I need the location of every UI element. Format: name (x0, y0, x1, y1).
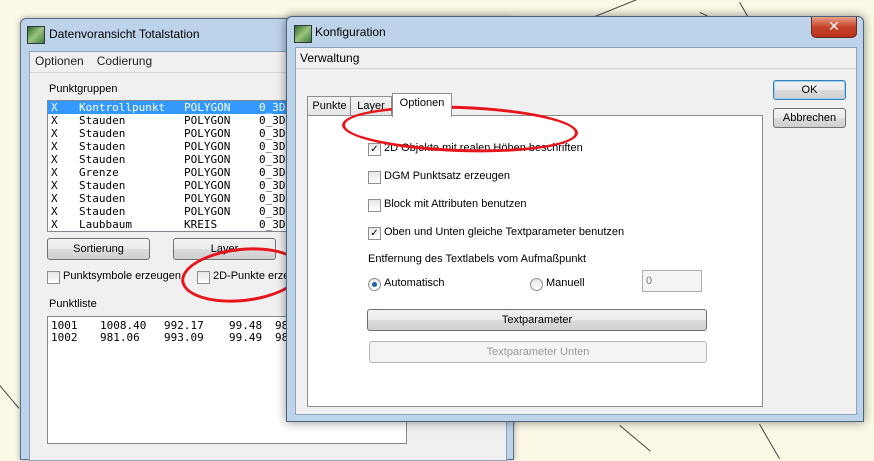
tab-optionen[interactable]: Optionen (392, 93, 452, 117)
punktgruppe-name: Grenze (79, 166, 119, 179)
tab-layer[interactable]: Layer (350, 96, 392, 116)
punktgruppe-layer: 0_3D (259, 140, 286, 153)
sortierung-button[interactable]: Sortierung (47, 238, 150, 260)
punktgruppe-type: POLYGON (184, 179, 231, 192)
punktgruppe-row[interactable]: X Kontrollpunkt POLYGON 0_3D (48, 101, 310, 114)
textparameter-unten-button[interactable]: Textparameter Unten (369, 341, 707, 363)
punktgruppe-name: Stauden (79, 153, 126, 166)
punktgruppe-name: Laubbaum (79, 218, 132, 231)
radio-manuell[interactable] (530, 278, 543, 291)
punktgruppe-type: POLYGON (184, 153, 231, 166)
punktgruppe-layer: 0_3D (259, 218, 286, 231)
punktgruppe-type: KREIS (184, 218, 218, 231)
bg-line (619, 425, 651, 452)
punktgruppe-name: Stauden (79, 127, 126, 140)
punktgruppe-type: POLYGON (184, 166, 231, 179)
punktgruppe-type: POLYGON (184, 140, 231, 153)
window-title: Konfiguration (315, 25, 386, 39)
close-icon[interactable]: ✕ (811, 17, 857, 38)
punktsymbole-label: Punktsymbole erzeugen (63, 270, 182, 282)
punktgruppe-mark: X (51, 127, 58, 140)
punktgruppe-mark: X (51, 101, 58, 114)
checkbox-box[interactable]: ✓ (368, 143, 381, 156)
option-block-label: Block mit Attributen benutzen (384, 198, 527, 210)
app-icon (294, 25, 312, 43)
punktgruppe-row[interactable]: X Laubbaum KREIS 0_3D (48, 218, 310, 231)
punktgruppe-type: POLYGON (184, 192, 231, 205)
option-dgm-label: DGM Punktsatz erzeugen (384, 170, 510, 182)
punktgruppe-name: Stauden (79, 140, 126, 153)
punktgruppe-layer: 0_3D (259, 101, 286, 114)
punktgruppe-mark: X (51, 179, 58, 192)
punktgruppe-row[interactable]: X Stauden POLYGON 0_3D (48, 140, 310, 153)
punkte-2d-label: 2D-Punkte erze (213, 270, 290, 282)
punktgruppe-layer: 0_3D (259, 127, 286, 140)
radio-automatisch-label: Automatisch (384, 277, 445, 289)
punktgruppe-row[interactable]: X Stauden POLYGON 0_3D (48, 153, 310, 166)
punktgruppe-row[interactable]: X Stauden POLYGON 0_3D (48, 192, 310, 205)
punktgruppe-layer: 0_3D (259, 192, 286, 205)
punktgruppe-mark: X (51, 114, 58, 127)
radio-automatisch[interactable] (368, 278, 381, 291)
app-icon (27, 26, 45, 44)
window-title: Datenvoransicht Totalstation (49, 27, 200, 41)
punktgruppe-layer: 0_3D (259, 114, 286, 127)
checkbox-box[interactable] (368, 171, 381, 184)
punkt-y: 993.09 (164, 331, 204, 344)
punktgruppe-mark: X (51, 205, 58, 218)
punkt-nr: 1002 (51, 331, 78, 344)
punktgruppe-layer: 0_3D (259, 205, 286, 218)
checkbox-box[interactable] (47, 271, 60, 284)
abbrechen-button[interactable]: Abbrechen (773, 108, 846, 128)
menu-verwaltung[interactable]: Verwaltung (296, 48, 363, 68)
punktgruppen-label: Punktgruppen (49, 83, 118, 95)
textparameter-button[interactable]: Textparameter (367, 309, 707, 331)
punktgruppe-type: POLYGON (184, 101, 231, 114)
punktgruppe-mark: X (51, 192, 58, 205)
punktgruppe-name: Stauden (79, 192, 126, 205)
punktgruppe-mark: X (51, 153, 58, 166)
punktgruppe-mark: X (51, 166, 58, 179)
punktgruppen-list[interactable]: X Kontrollpunkt POLYGON 0_3D X Stauden POLYGON… (47, 100, 311, 232)
punktgruppe-row[interactable]: X Stauden POLYGON 0_3D (48, 179, 310, 192)
window-client: Verwaltung Punkte Layer Optionen ✓ 2D Ob… (295, 47, 857, 415)
punktgruppe-mark: X (51, 218, 58, 231)
option-2d-hoehen-label: 2D Objekte mit realen Höhen beschriften (384, 142, 583, 154)
radio-manuell-label: Manuell (546, 277, 585, 289)
punktgruppe-type: POLYGON (184, 114, 231, 127)
checkbox-box[interactable] (197, 271, 210, 284)
punktliste-label: Punktliste (49, 298, 97, 310)
bg-line (759, 424, 780, 460)
punktgruppe-row[interactable]: X Grenze POLYGON 0_3D (48, 166, 310, 179)
konfiguration-window: Konfiguration ✕ Verwaltung Punkte Layer … (286, 16, 864, 422)
punktgruppe-layer: 0_3D (259, 166, 286, 179)
punktgruppe-name: Stauden (79, 179, 126, 192)
punkt-x: 981.06 (100, 331, 140, 344)
punktgruppe-mark: X (51, 140, 58, 153)
option-oben-unten-label: Oben und Unten gleiche Textparameter ben… (384, 226, 625, 238)
punktgruppe-name: Stauden (79, 205, 126, 218)
punktgruppe-row[interactable]: X Stauden POLYGON 0_3D (48, 114, 310, 127)
punktgruppe-name: Stauden (79, 114, 126, 127)
tab-punkte[interactable]: Punkte (307, 96, 352, 116)
punktgruppe-row[interactable]: X Stauden POLYGON 0_3D (48, 205, 310, 218)
punkt-z: 99.49 (229, 331, 263, 344)
punktgruppe-name: Kontrollpunkt (79, 101, 166, 114)
punktgruppe-row[interactable]: X Stauden POLYGON 0_3D (48, 127, 310, 140)
bg-line (0, 385, 20, 409)
distance-input[interactable]: 0 (642, 270, 702, 292)
punktgruppe-type: POLYGON (184, 205, 231, 218)
punktgruppe-layer: 0_3D (259, 153, 286, 166)
punktgruppe-layer: 0_3D (259, 179, 286, 192)
optionen-panel: ✓ 2D Objekte mit realen Höhen beschrifte… (307, 115, 763, 407)
menu-codierung[interactable]: Codierung (92, 52, 157, 70)
checkbox-box[interactable] (368, 199, 381, 212)
ok-button[interactable]: OK (773, 80, 846, 100)
menu-optionen[interactable]: Optionen (30, 52, 89, 70)
punktgruppe-type: POLYGON (184, 127, 231, 140)
checkbox-box[interactable]: ✓ (368, 227, 381, 240)
entfernung-label: Entfernung des Textlabels vom Aufmaßpunk… (368, 253, 587, 265)
layer-button[interactable]: Layer (173, 238, 276, 260)
menu-bar: Verwaltung (296, 48, 856, 69)
